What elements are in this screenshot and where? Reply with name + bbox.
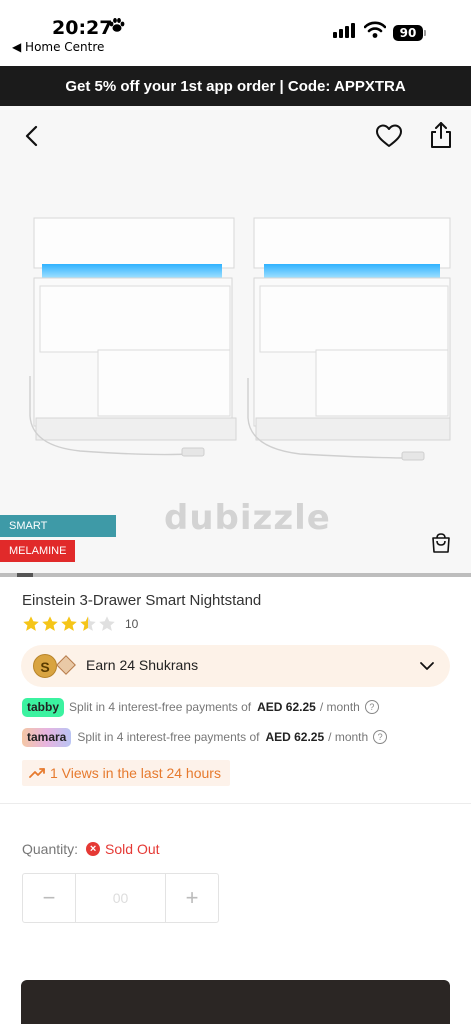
add-to-cart-button[interactable] (21, 980, 450, 1024)
decrease-button[interactable]: − (23, 874, 75, 922)
tamara-text: Split in 4 interest-free payments of (77, 730, 260, 744)
increase-button[interactable]: + (166, 874, 218, 922)
sold-out-icon: × (86, 842, 101, 856)
gallery-progress-fill (17, 573, 33, 577)
wifi-icon (364, 21, 386, 38)
promo-banner[interactable]: Get 5% off your 1st app order | Code: AP… (0, 66, 471, 106)
watermark: dubizzle (164, 498, 331, 538)
paw-icon (109, 18, 125, 32)
trending-up-icon (29, 768, 45, 778)
back-icon[interactable] (20, 124, 44, 148)
empty-star-icon (99, 616, 115, 631)
views-text: 1 Views in the last 24 hours (50, 765, 221, 781)
tamara-period: / month (328, 730, 369, 744)
share-icon[interactable] (428, 121, 454, 149)
tamara-amount: AED 62.25 (265, 730, 325, 744)
star-icon (42, 616, 58, 631)
quantity-value[interactable]: 00 (75, 874, 166, 922)
star-icon (23, 616, 39, 631)
help-icon[interactable]: ? (373, 730, 388, 744)
product-image[interactable] (0, 196, 471, 486)
quantity-stepper[interactable]: − 00 + (22, 873, 219, 923)
tag-smart-furniture: SMART FURNITURE (0, 515, 116, 554)
quantity-label: Quantity: (22, 841, 79, 857)
cart-icon[interactable] (429, 531, 453, 555)
battery-tip (424, 30, 426, 36)
heart-icon[interactable] (375, 123, 403, 149)
product-gallery[interactable]: dubizzle SMART FURNITURE MELAMINE (0, 106, 471, 576)
star-icon (61, 616, 77, 631)
section-divider (0, 803, 471, 804)
rating[interactable]: 10 (22, 615, 138, 633)
shukran-rewards-dropdown[interactable]: S Earn 24 Shukrans (21, 645, 450, 687)
shukran-coin-icon: S (33, 654, 57, 678)
help-icon[interactable]: ? (364, 700, 379, 714)
status-bar: 20:27 ◀ Home Centre 90 (0, 0, 471, 66)
nightstand-left (29, 217, 237, 457)
tabby-amount: AED 62.25 (257, 700, 316, 714)
tabby-installments[interactable]: tabby Split in 4 interest-free payments … (22, 697, 379, 717)
product-title: Einstein 3-Drawer Smart Nightstand (22, 592, 262, 609)
chevron-down-icon[interactable] (419, 658, 435, 674)
nightstand-right (247, 217, 451, 461)
half-star-icon (80, 616, 96, 631)
tabby-period: / month (319, 700, 360, 714)
tag-melamine: MELAMINE (0, 540, 75, 562)
tamara-logo: tamara (22, 727, 72, 747)
review-count: 10 (125, 617, 139, 631)
back-to-app-link[interactable]: ◀ Home Centre (12, 40, 104, 54)
battery-indicator: 90 (393, 25, 423, 41)
tabby-text: Split in 4 interest-free payments of (69, 700, 252, 714)
shukran-badge-icon (56, 655, 76, 675)
gallery-progress-bar (0, 573, 471, 577)
status-time: 20:27 (52, 17, 113, 39)
quantity-row: Quantity: × Sold Out (22, 841, 160, 857)
sold-out-status: Sold Out (105, 841, 160, 857)
tabby-logo: tabby (22, 697, 65, 717)
views-badge: 1 Views in the last 24 hours (22, 760, 230, 786)
cellular-signal-icon (333, 23, 355, 38)
tamara-installments[interactable]: tamara Split in 4 interest-free payments… (22, 727, 388, 747)
shukran-label: Earn 24 Shukrans (86, 657, 199, 673)
